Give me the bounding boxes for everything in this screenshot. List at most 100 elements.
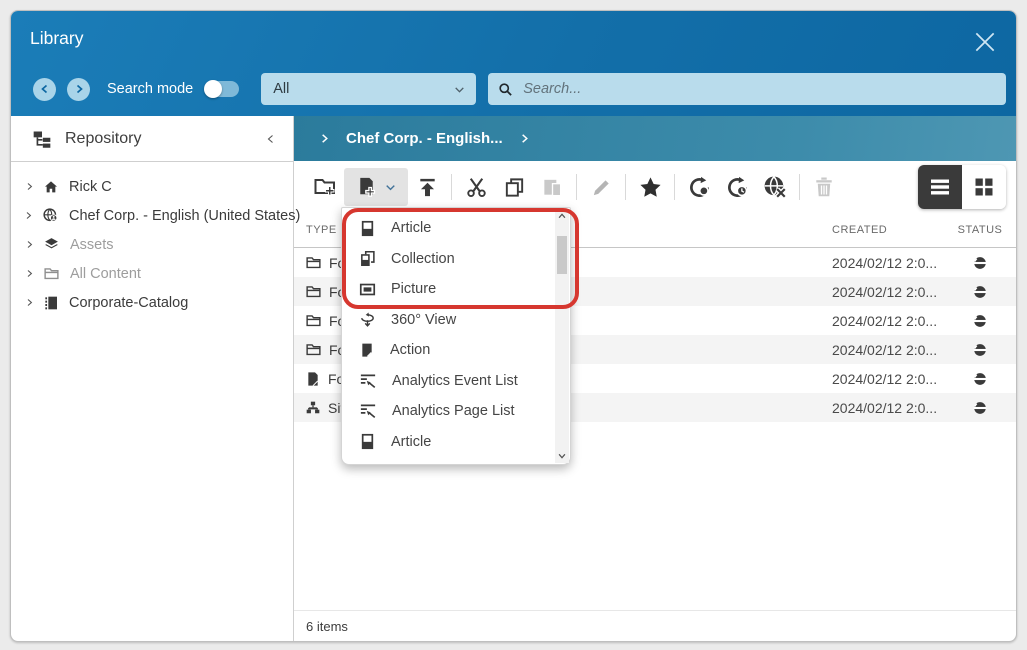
row-created: 2024/02/12 2:0... (832, 342, 944, 358)
sync-status-button[interactable] (718, 168, 756, 206)
breadcrumb-chevron-icon[interactable] (319, 133, 330, 144)
new-content-icon (355, 176, 378, 199)
forward-button[interactable] (67, 78, 90, 101)
sidebar-item-label: Rick C (69, 179, 112, 195)
new-content-button[interactable] (344, 168, 408, 206)
catalog-icon (43, 295, 59, 311)
published-status-icon (973, 314, 987, 328)
sync-button[interactable] (680, 168, 718, 206)
expand-chevron-icon (25, 182, 34, 191)
edit-button[interactable] (582, 168, 620, 206)
type-filter-select[interactable]: All (261, 73, 476, 105)
close-button[interactable] (970, 27, 1000, 57)
list-view-button[interactable] (918, 165, 962, 209)
row-created: 2024/02/12 2:0... (832, 284, 944, 300)
folder-icon (305, 254, 322, 271)
menu-item-360-view[interactable]: 360° View (342, 305, 555, 336)
delete-button[interactable] (805, 168, 843, 206)
layers-icon (43, 236, 60, 253)
picture-icon (359, 281, 376, 298)
view-mode-group (918, 165, 1006, 209)
copy-icon (503, 176, 526, 199)
menu-item-article[interactable]: Article (342, 213, 555, 244)
menu-item-label: 360° View (391, 312, 456, 328)
scrollbar-thumb[interactable] (557, 236, 567, 274)
toolbar-separator (674, 174, 675, 200)
menu-scrollbar[interactable] (555, 209, 569, 463)
menu-item-label: Article (391, 434, 431, 450)
folder-icon (43, 265, 60, 282)
published-status-icon (973, 343, 987, 357)
new-folder-icon (313, 175, 337, 199)
header-controls: Search mode All (11, 73, 1016, 105)
action-icon (359, 342, 375, 358)
menu-item-label: Action (390, 342, 430, 358)
menu-item-action[interactable]: Action (342, 335, 555, 366)
sidebar-item-assets[interactable]: Assets (11, 230, 293, 259)
article-icon (359, 433, 376, 450)
menu-item-picture[interactable]: Picture (342, 274, 555, 305)
grid-view-button[interactable] (962, 165, 1006, 209)
toolbar-separator (799, 174, 800, 200)
analytics-event-list-icon (359, 372, 377, 390)
column-status[interactable]: STATUS (944, 224, 1016, 236)
scroll-up-icon[interactable] (557, 211, 567, 221)
toggle-knob (204, 80, 222, 98)
sidebar-item-corporate-catalog[interactable]: Corporate-Catalog (11, 288, 293, 317)
upload-button[interactable] (408, 168, 446, 206)
arrow-right-icon (73, 83, 85, 95)
row-created: 2024/02/12 2:0... (832, 255, 944, 271)
window-title: Library (30, 28, 84, 49)
toolbar-separator (625, 174, 626, 200)
analytics-page-list-icon (359, 402, 377, 420)
sidebar-item-label: Assets (70, 237, 114, 253)
sidebar-item-all-content[interactable]: All Content (11, 259, 293, 288)
published-status-icon (973, 401, 987, 415)
item-count: 6 items (306, 619, 348, 634)
toolbar-separator (576, 174, 577, 200)
menu-item-article-2[interactable]: Article (342, 427, 555, 458)
row-created: 2024/02/12 2:0... (832, 400, 944, 416)
search-input[interactable] (521, 80, 996, 98)
expand-chevron-icon (25, 269, 34, 278)
new-content-menu: Article Collection Picture 360° View Act… (341, 207, 571, 465)
sidebar-item-label: Corporate-Catalog (69, 295, 188, 311)
sitemap-icon (305, 400, 321, 416)
row-created: 2024/02/12 2:0... (832, 313, 944, 329)
folder-icon (305, 341, 322, 358)
home-icon (43, 179, 59, 195)
search-mode-toggle[interactable] (205, 81, 239, 97)
grid-view-icon (972, 175, 996, 199)
back-button[interactable] (33, 78, 56, 101)
favorite-button[interactable] (631, 168, 669, 206)
paste-button[interactable] (533, 168, 571, 206)
sidebar-item-chef-corp[interactable]: Chef Corp. - English (United States) (11, 201, 293, 230)
scroll-down-icon[interactable] (557, 451, 567, 461)
menu-item-analytics-page-list[interactable]: Analytics Page List (342, 396, 555, 427)
paste-icon (541, 176, 564, 199)
list-view-icon (928, 175, 952, 199)
collapse-chevron-icon[interactable] (265, 133, 277, 145)
toolbar (294, 161, 1016, 213)
folder-icon (305, 283, 322, 300)
menu-item-label: Collection (391, 251, 455, 267)
expand-chevron-icon (24, 211, 33, 220)
breadcrumb-chevron-icon[interactable] (519, 133, 530, 144)
published-status-icon (973, 285, 987, 299)
sidebar-item-rick-c[interactable]: Rick C (11, 172, 293, 201)
globe-site-icon (42, 207, 59, 224)
menu-item-label: Analytics Page List (392, 403, 515, 419)
breadcrumb-item[interactable]: Chef Corp. - English... (346, 130, 503, 147)
menu-item-label: Analytics Event List (392, 373, 518, 389)
trash-icon (812, 175, 836, 199)
search-box (488, 73, 1006, 105)
column-created[interactable]: CREATED (832, 224, 944, 236)
copy-button[interactable] (495, 168, 533, 206)
withdraw-button[interactable] (756, 168, 794, 206)
cut-button[interactable] (457, 168, 495, 206)
menu-item-analytics-event-list[interactable]: Analytics Event List (342, 366, 555, 397)
menu-item-collection[interactable]: Collection (342, 244, 555, 275)
new-folder-button[interactable] (306, 168, 344, 206)
sidebar-header: Repository (11, 116, 293, 162)
sidebar-item-label: Chef Corp. - English (United States) (69, 208, 300, 224)
